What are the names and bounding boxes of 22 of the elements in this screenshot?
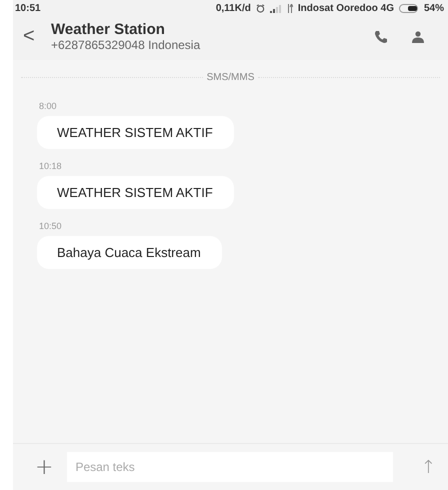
network-speed: 0,11K/d (216, 3, 251, 14)
battery-icon (398, 4, 419, 13)
back-button[interactable]: < (23, 25, 51, 48)
message-bubble: Bahaya Cuaca Ekstream (37, 236, 222, 269)
message-time: 8:00 (39, 101, 58, 111)
message-time: 10:18 (39, 161, 63, 171)
attach-button[interactable]: + (35, 454, 54, 480)
person-icon[interactable] (412, 30, 424, 42)
contact-number: +6287865329048 Indonesia (51, 38, 202, 52)
signal-icon (270, 4, 282, 12)
battery-percent: 54% (424, 3, 444, 14)
message-input[interactable]: Pesan teks (67, 452, 393, 482)
divider-label: SMS/MMS (206, 72, 254, 83)
contact-name: Weather Station (51, 21, 166, 38)
message-bubble: WEATHER SISTEM AKTIF (37, 176, 234, 209)
message-bubble: WEATHER SISTEM AKTIF (37, 116, 234, 149)
phone-icon[interactable] (374, 30, 388, 44)
clock-time: 10:51 (15, 3, 41, 14)
data-transfer-icon (286, 4, 293, 13)
message-time: 10:50 (39, 221, 63, 231)
alarm-icon (256, 4, 265, 13)
carrier-name: Indosat Ooredoo 4G (298, 3, 394, 14)
